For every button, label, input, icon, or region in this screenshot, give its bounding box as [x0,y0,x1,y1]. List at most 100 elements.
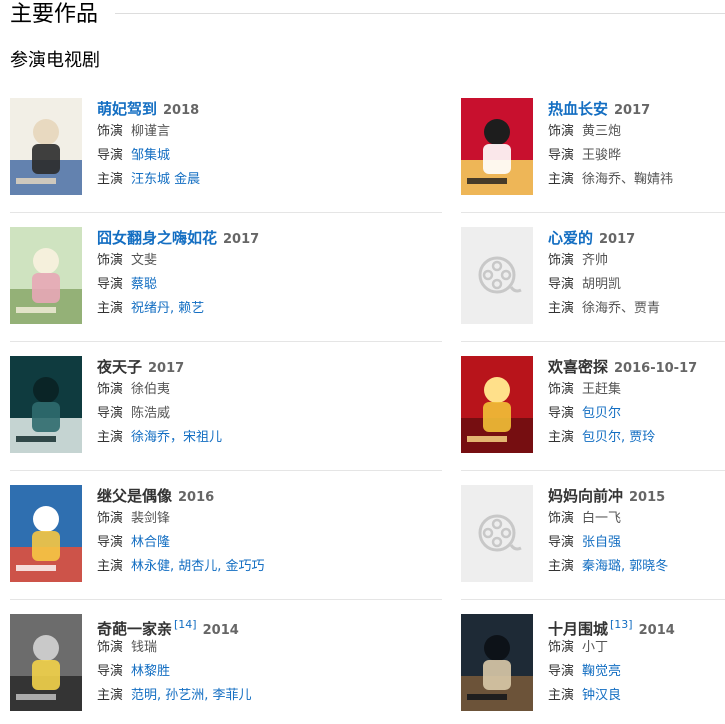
poster-image[interactable] [10,485,82,582]
director-label: 导演 [97,664,124,679]
role-row: 饰演 徐伯夷 [97,378,276,402]
starring-row: 主演 徐海乔、贾青 [548,297,725,321]
director-row: 导演 鞠觉亮 [548,660,725,684]
row-divider [10,341,442,342]
work-title[interactable]: 心爱的 [548,229,593,247]
heading-divider [115,13,725,14]
starring-label: 主演 [548,172,575,187]
starring-value[interactable]: 祝绪丹, 赖艺 [131,301,204,316]
work-info: 夜天子 2017 饰演 徐伯夷 导演 陈浩威 主演 徐海乔，宋祖儿 [97,356,276,450]
director-value: 陈浩威 [131,406,171,421]
director-row: 导演 林合隆 [97,531,276,555]
work-title[interactable]: 热血长安 [548,100,608,118]
work-year: 2016-10-17 [614,361,698,376]
director-value: 王骏晔 [582,148,622,163]
work-year: 2015 [629,490,666,505]
row-divider [461,599,725,600]
poster-image[interactable] [10,356,82,453]
starring-value[interactable]: 秦海璐, 郭晓冬 [582,559,668,574]
starring-value[interactable]: 包贝尔, 贾玲 [582,430,655,445]
starring-value: 徐海乔、贾青 [582,301,661,316]
work-title[interactable]: 囧女翻身之嗨如花 [97,229,217,247]
starring-row: 主演 汪东城 金晨 [97,168,276,192]
director-row: 导演 林黎胜 [97,660,276,684]
starring-label: 主演 [97,172,124,187]
starring-label: 主演 [97,688,124,703]
work-info: 萌妃驾到 2018 饰演 柳谨言 导演 邹集城 主演 汪东城 金晨 [97,98,276,192]
role-value: 黄三炮 [582,124,622,139]
work-year: 2016 [178,490,215,505]
role-label: 饰演 [97,382,124,397]
role-label: 饰演 [548,640,575,655]
reference-link[interactable]: [13] [610,618,633,631]
work-year: 2017 [148,361,185,376]
starring-value[interactable]: 徐海乔，宋祖儿 [131,430,222,445]
work-title: 夜天子 [97,358,143,376]
work-item: 心爱的 2017 饰演 齐帅 导演 胡明凯 主演 徐海乔、贾青 [461,227,725,324]
director-value[interactable]: 邹集城 [131,148,170,163]
director-value[interactable]: 张自强 [582,535,621,550]
role-label: 饰演 [97,640,124,655]
work-title-line: 十月围城 [13] 2014 [548,614,725,638]
role-row: 饰演 白一飞 [548,507,725,531]
starring-row: 主演 林永健, 胡杏儿, 金巧巧 [97,555,276,579]
director-label: 导演 [97,277,124,292]
work-year: 2017 [614,103,651,118]
role-row: 饰演 柳谨言 [97,120,276,144]
poster-image[interactable] [461,614,533,711]
starring-value[interactable]: 汪东城 金晨 [131,172,200,187]
work-title-line: 妈妈向前冲 2015 [548,485,725,507]
role-label: 饰演 [548,382,575,397]
starring-value[interactable]: 林永健, 胡杏儿, 金巧巧 [131,559,265,574]
starring-label: 主演 [548,430,575,445]
work-title: 欢喜密探 [548,358,609,376]
director-label: 导演 [97,535,124,550]
work-item: 欢喜密探 2016-10-17 饰演 王赶集 导演 包贝尔 主演 包贝尔, 贾玲 [461,356,725,453]
director-row: 导演 张自强 [548,531,725,555]
starring-value[interactable]: 范明, 孙艺洲, 李菲儿 [131,688,252,703]
row-divider [10,470,442,471]
starring-row: 主演 秦海璐, 郭晓冬 [548,555,725,579]
work-title-line: 萌妃驾到 2018 [97,98,276,120]
starring-label: 主演 [548,688,575,703]
row-divider [461,212,725,213]
director-value[interactable]: 蔡聪 [131,277,157,292]
starring-value[interactable]: 钟汉良 [582,688,621,703]
director-label: 导演 [548,535,575,550]
starring-label: 主演 [97,559,124,574]
work-year: 2018 [163,103,200,118]
poster-image[interactable] [10,98,82,195]
role-value: 徐伯夷 [131,382,171,397]
role-row: 饰演 小丁 [548,636,725,660]
work-title: 继父是偶像 [97,487,173,505]
reference-link[interactable]: [14] [174,618,197,631]
director-label: 导演 [548,148,575,163]
role-row: 饰演 文斐 [97,249,276,273]
row-divider [10,599,442,600]
poster-image[interactable] [10,614,82,711]
director-value[interactable]: 林黎胜 [131,664,170,679]
poster-image[interactable] [461,356,533,453]
poster-image[interactable] [10,227,82,324]
role-label: 饰演 [97,511,124,526]
director-value[interactable]: 林合隆 [131,535,170,550]
starring-row: 主演 祝绪丹, 赖艺 [97,297,276,321]
work-item: 萌妃驾到 2018 饰演 柳谨言 导演 邹集城 主演 汪东城 金晨 [10,98,276,195]
row-divider [461,341,725,342]
work-item: 奇葩一家亲 [14] 2014 饰演 钱瑞 导演 林黎胜 主演 范明, 孙艺洲, 李菲儿 [10,614,276,711]
work-item: 囧女翻身之嗨如花 2017 饰演 文斐 导演 蔡聪 主演 祝绪丹, 赖艺 [10,227,276,324]
director-value[interactable]: 鞠觉亮 [582,664,621,679]
director-row: 导演 邹集城 [97,144,276,168]
work-year: 2017 [599,232,636,247]
work-title-line: 奇葩一家亲 [14] 2014 [97,614,276,638]
work-year: 2014 [638,623,675,638]
role-label: 饰演 [548,511,575,526]
poster-image[interactable] [461,98,533,195]
film-reel-icon[interactable] [461,227,533,324]
role-row: 饰演 齐帅 [548,249,725,273]
work-title[interactable]: 萌妃驾到 [97,100,157,118]
director-value[interactable]: 包贝尔 [582,406,621,421]
film-reel-icon[interactable] [461,485,533,582]
role-value: 齐帅 [582,253,609,268]
role-label: 饰演 [97,124,124,139]
